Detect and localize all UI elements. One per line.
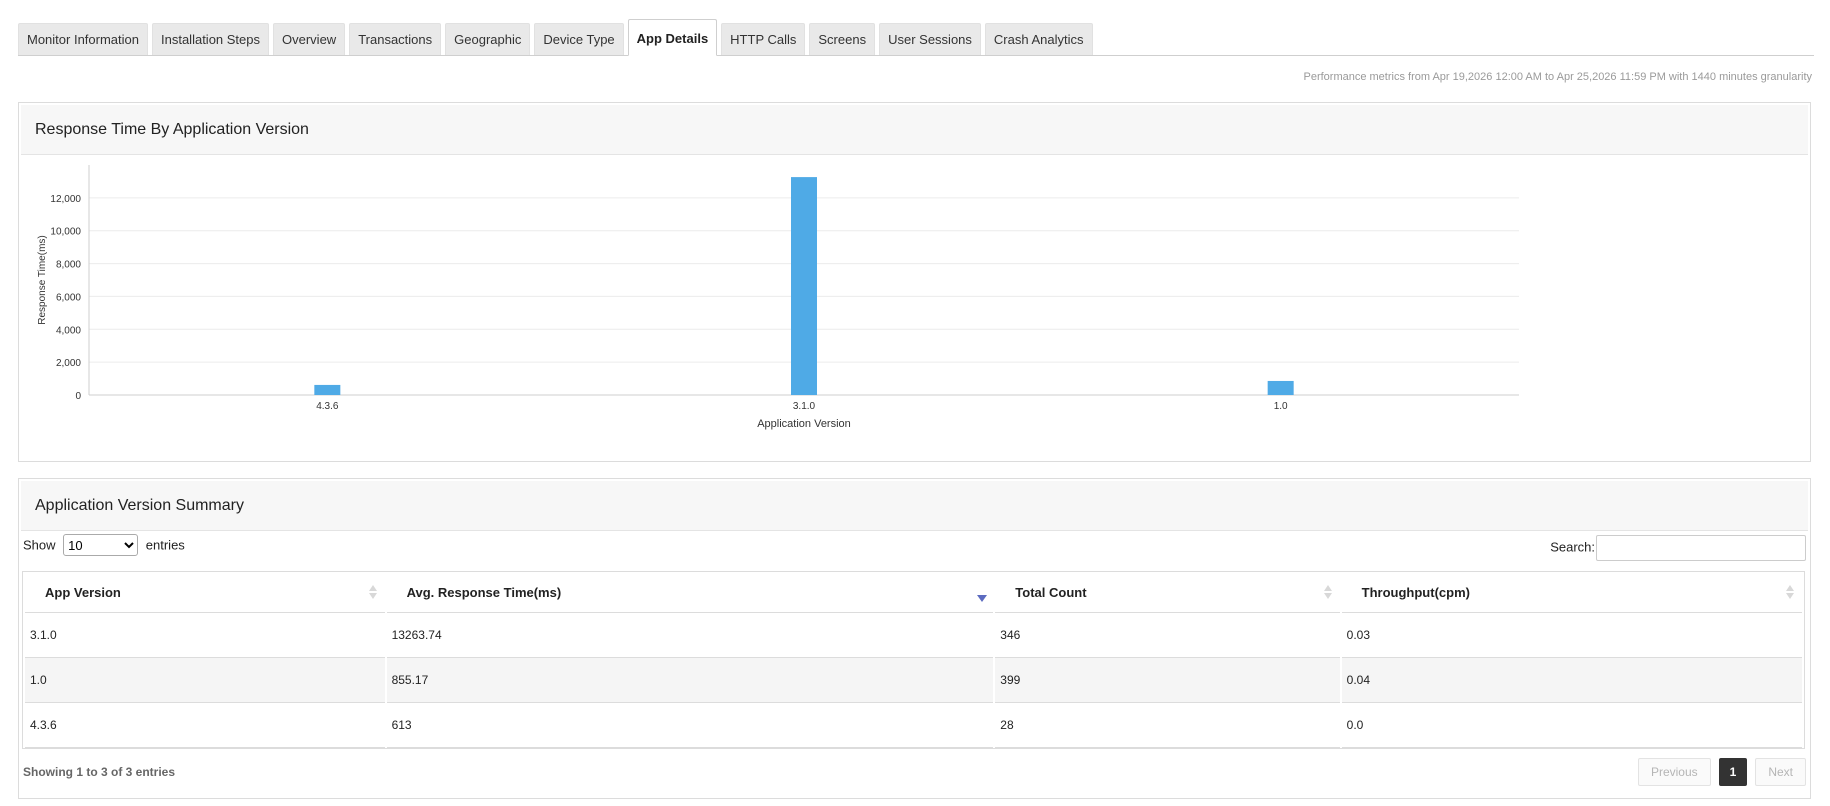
show-label: Show (23, 537, 56, 553)
tab-device-type[interactable]: Device Type (534, 23, 624, 55)
cell-avg-response-time: 613 (386, 703, 994, 748)
y-tick-label: 0 (75, 391, 81, 402)
table-header-row: App Version Avg. Response Time(ms) Total… (25, 572, 1802, 613)
column-header-label: App Version (45, 584, 121, 600)
page-size-select[interactable]: 102550100 (63, 534, 139, 556)
cell-total-count: 399 (995, 658, 1340, 703)
y-tick-label: 4,000 (56, 325, 81, 336)
tab-installation-steps[interactable]: Installation Steps (152, 23, 270, 55)
column-header-label: Throughput(cpm) (1361, 584, 1470, 600)
app-version-table: App Version Avg. Response Time(ms) Total… (22, 571, 1805, 749)
previous-page-button[interactable]: Previous (1637, 758, 1711, 786)
bar-3-1-0 (791, 177, 817, 395)
search-label: Search: (1550, 539, 1595, 555)
bar-4-3-6 (314, 384, 341, 395)
y-tick-label: 10,000 (50, 227, 81, 238)
x-tick-label: 1.0 (1274, 401, 1288, 412)
tab-app-details[interactable]: App Details (627, 19, 718, 56)
tab-transactions[interactable]: Transactions (349, 23, 442, 55)
sort-icon (368, 585, 377, 599)
x-tick-label: 3.1.0 (793, 401, 816, 412)
column-header-app-version[interactable]: App Version (25, 572, 385, 613)
cell-avg-response-time: 13263.74 (386, 613, 994, 658)
y-tick-label: 6,000 (56, 292, 81, 303)
y-axis-title: Response Time(ms) (37, 235, 48, 324)
table-row: 1.0 855.17 399 0.04 (25, 658, 1802, 703)
summary-panel-title: Application Version Summary (21, 481, 1808, 531)
pagination: Previous 1 Next (1637, 758, 1806, 786)
response-time-bar-chart: 0 2,000 4,000 6,000 8,000 10,000 12,000 4.3.6 3.… (37, 165, 1519, 430)
cell-avg-response-time: 855.17 (386, 658, 994, 703)
app-version-summary-panel: Application Version Summary Show 1025501… (18, 478, 1811, 799)
table-row: 4.3.6 613 28 0.0 (25, 703, 1802, 748)
cell-throughput: 0.0 (1341, 703, 1802, 748)
next-page-button[interactable]: Next (1755, 758, 1806, 786)
tab-screens[interactable]: Screens (809, 23, 876, 55)
cell-throughput: 0.03 (1341, 613, 1802, 658)
cell-throughput: 0.04 (1341, 658, 1802, 703)
tab-monitor-information[interactable]: Monitor Information (18, 23, 148, 55)
chart-panel-title: Response Time By Application Version (21, 105, 1808, 155)
tab-bar: Monitor Information Installation Steps Ove… (18, 19, 1814, 56)
entries-label: entries (145, 537, 185, 553)
table-row: 3.1.0 13263.74 346 0.03 (25, 613, 1802, 658)
tabs: Monitor Information Installation Steps Ove… (18, 19, 1814, 56)
y-tick-label: 12,000 (50, 194, 81, 205)
tab-overview[interactable]: Overview (273, 23, 346, 55)
sort-desc-icon (977, 585, 988, 602)
cell-app-version: 3.1.0 (25, 613, 385, 658)
column-header-avg-response-time[interactable]: Avg. Response Time(ms) (386, 572, 994, 613)
cell-total-count: 346 (995, 613, 1340, 658)
page-1-button[interactable]: 1 (1718, 758, 1748, 786)
column-header-label: Avg. Response Time(ms) (406, 584, 562, 600)
bar-1-0 (1267, 380, 1294, 395)
tab-geographic[interactable]: Geographic (445, 23, 531, 55)
column-header-total-count[interactable]: Total Count (995, 572, 1340, 613)
column-header-throughput[interactable]: Throughput(cpm) (1341, 572, 1802, 613)
cell-app-version: 1.0 (25, 658, 385, 703)
sort-icon (1786, 585, 1794, 599)
sort-icon (1323, 585, 1332, 599)
table-info: Showing 1 to 3 of 3 entries (23, 765, 176, 779)
search-input[interactable] (1596, 535, 1806, 561)
response-time-chart-panel: Response Time By Application Version 0 2,… (18, 102, 1811, 462)
x-axis-title: Application Version (757, 418, 851, 430)
tab-crash-analytics[interactable]: Crash Analytics (984, 23, 1093, 55)
x-tick-label: 4.3.6 (316, 401, 339, 412)
metrics-range-note: Performance metrics from Apr 19,2026 12:… (1303, 71, 1812, 83)
tab-http-calls[interactable]: HTTP Calls (721, 23, 806, 55)
cell-total-count: 28 (995, 703, 1340, 748)
tab-user-sessions[interactable]: User Sessions (879, 23, 981, 55)
y-tick-label: 2,000 (56, 358, 81, 369)
column-header-label: Total Count (1015, 584, 1087, 600)
search-control: Search: (1550, 535, 1806, 561)
cell-app-version: 4.3.6 (25, 703, 385, 748)
y-tick-label: 8,000 (56, 260, 81, 271)
page-size-control: Show 102550100 entries (23, 534, 185, 556)
